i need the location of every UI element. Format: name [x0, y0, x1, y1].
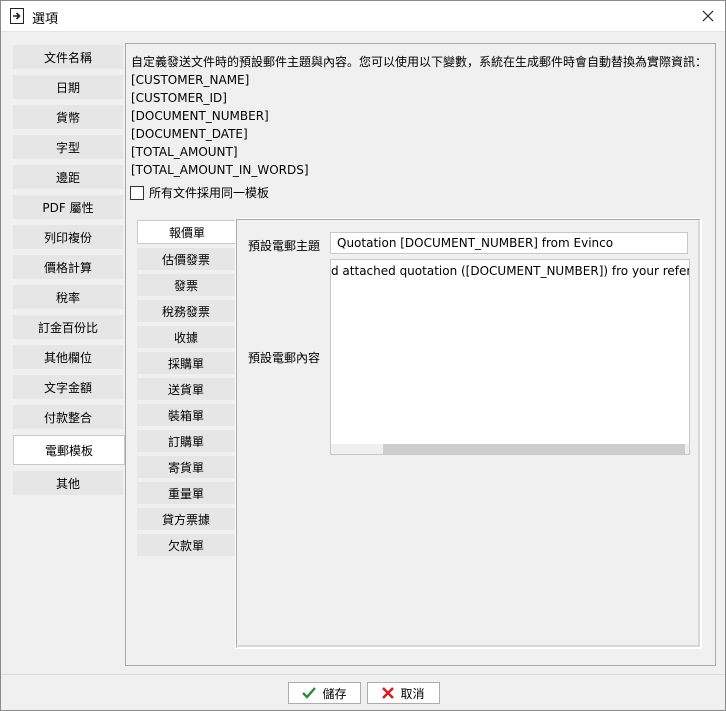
doc-type-tab[interactable]: 裝箱單: [137, 404, 235, 426]
settings-nav: 文件名稱日期貨幣字型邊距 PDF 屬性 列印複份價格計算稅率訂金百份比其他欄位文字金…: [13, 45, 125, 501]
footer-separator: [1, 674, 725, 675]
variable-item: [DOCUMENT_DATE]: [131, 127, 248, 141]
document-type-tabs: 報價單估價發票發票稅務發票收據採購單送貨單裝箱單訂購單寄貨單重量單貸方票據欠款單: [137, 220, 237, 560]
nav-item[interactable]: 列印複份: [13, 225, 123, 249]
doc-type-tab[interactable]: 訂購單: [137, 430, 235, 452]
doc-type-tab[interactable]: 稅務發票: [137, 300, 235, 322]
doc-type-tab[interactable]: 採購單: [137, 352, 235, 374]
save-label: 儲存: [322, 686, 347, 701]
nav-item[interactable]: 日期: [13, 75, 123, 99]
nav-item[interactable]: 邊距: [13, 165, 123, 189]
subject-label: 預設電郵主題: [248, 239, 321, 253]
title-separator: [1, 31, 725, 32]
nav-item[interactable]: 付款整合: [13, 405, 123, 429]
variable-item: [TOTAL_AMOUNT_IN_WORDS]: [131, 163, 309, 177]
template-editor-inner: 預設電郵主題 Quotation [DOCUMENT_NUMBER] from …: [238, 221, 700, 647]
save-button[interactable]: 儲存: [288, 682, 361, 704]
body-textarea[interactable]: d attached quotation ([DOCUMENT_NUMBER])…: [330, 259, 690, 455]
window-title: 選項: [32, 12, 59, 27]
doc-type-tab[interactable]: 報價單: [137, 220, 237, 244]
checkmark-icon: [302, 687, 317, 699]
cancel-button[interactable]: 取消: [367, 682, 440, 704]
close-icon: [702, 10, 714, 22]
template-editor: 預設電郵主題 Quotation [DOCUMENT_NUMBER] from …: [235, 218, 702, 649]
description-text: 自定義發送文件時的預設郵件主題與內容。您可以使用以下變數，系統在生成郵件時會自動…: [131, 55, 708, 69]
cancel-label: 取消: [400, 686, 425, 701]
nav-item[interactable]: 字型: [13, 135, 123, 159]
nav-item[interactable]: PDF 屬性: [13, 195, 123, 219]
subject-input[interactable]: Quotation [DOCUMENT_NUMBER] from Evinco: [330, 232, 688, 254]
nav-item[interactable]: 其他欄位: [13, 345, 123, 369]
doc-type-tab[interactable]: 欠款單: [137, 534, 235, 556]
same-template-option[interactable]: 所有文件採用同一模板: [130, 184, 269, 201]
doc-type-tab[interactable]: 貸方票據: [137, 508, 235, 530]
variable-item: [DOCUMENT_NUMBER]: [131, 109, 269, 123]
doc-type-tab[interactable]: 收據: [137, 326, 235, 348]
doc-type-tab[interactable]: 估價發票: [137, 248, 235, 270]
app-icon: [10, 8, 24, 24]
title-bar: 選項: [1, 1, 725, 31]
variable-item: [TOTAL_AMOUNT]: [131, 145, 238, 159]
doc-type-tab[interactable]: 發票: [137, 274, 235, 296]
body-label: 預設電郵內容: [248, 351, 321, 365]
nav-item[interactable]: 價格計算: [13, 255, 123, 279]
variable-item: [CUSTOMER_ID]: [131, 91, 227, 105]
body-text: d attached quotation ([DOCUMENT_NUMBER])…: [331, 264, 690, 278]
nav-item[interactable]: 稅率: [13, 285, 123, 309]
nav-item[interactable]: 文件名稱: [13, 45, 123, 69]
nav-item[interactable]: 電郵模板: [13, 435, 125, 465]
doc-type-tab[interactable]: 送貨單: [137, 378, 235, 400]
email-template-panel: 自定義發送文件時的預設郵件主題與內容。您可以使用以下變數，系統在生成郵件時會自動…: [125, 43, 716, 666]
nav-item[interactable]: 文字金額: [13, 375, 123, 399]
nav-item[interactable]: 貨幣: [13, 105, 123, 129]
nav-item[interactable]: 訂金百份比: [13, 315, 123, 339]
nav-item[interactable]: 其他: [13, 471, 123, 495]
doc-type-tab[interactable]: 寄貨單: [137, 456, 235, 478]
variable-item: [CUSTOMER_NAME]: [131, 73, 250, 87]
description-block: 自定義發送文件時的預設郵件主題與內容。您可以使用以下變數，系統在生成郵件時會自動…: [131, 53, 711, 179]
scrollbar-thumb[interactable]: [383, 444, 685, 454]
cross-icon: [382, 687, 395, 699]
close-button[interactable]: [691, 1, 725, 31]
options-window: 選項 文件名稱日期貨幣字型邊距 PDF 屬性 列印複份價格計算稅率訂金百份比其他欄位…: [0, 0, 726, 711]
same-template-checkbox[interactable]: [130, 185, 144, 200]
doc-type-tab[interactable]: 重量單: [137, 482, 235, 504]
horizontal-scrollbar[interactable]: [331, 444, 689, 454]
same-template-label: 所有文件採用同一模板: [149, 186, 270, 200]
